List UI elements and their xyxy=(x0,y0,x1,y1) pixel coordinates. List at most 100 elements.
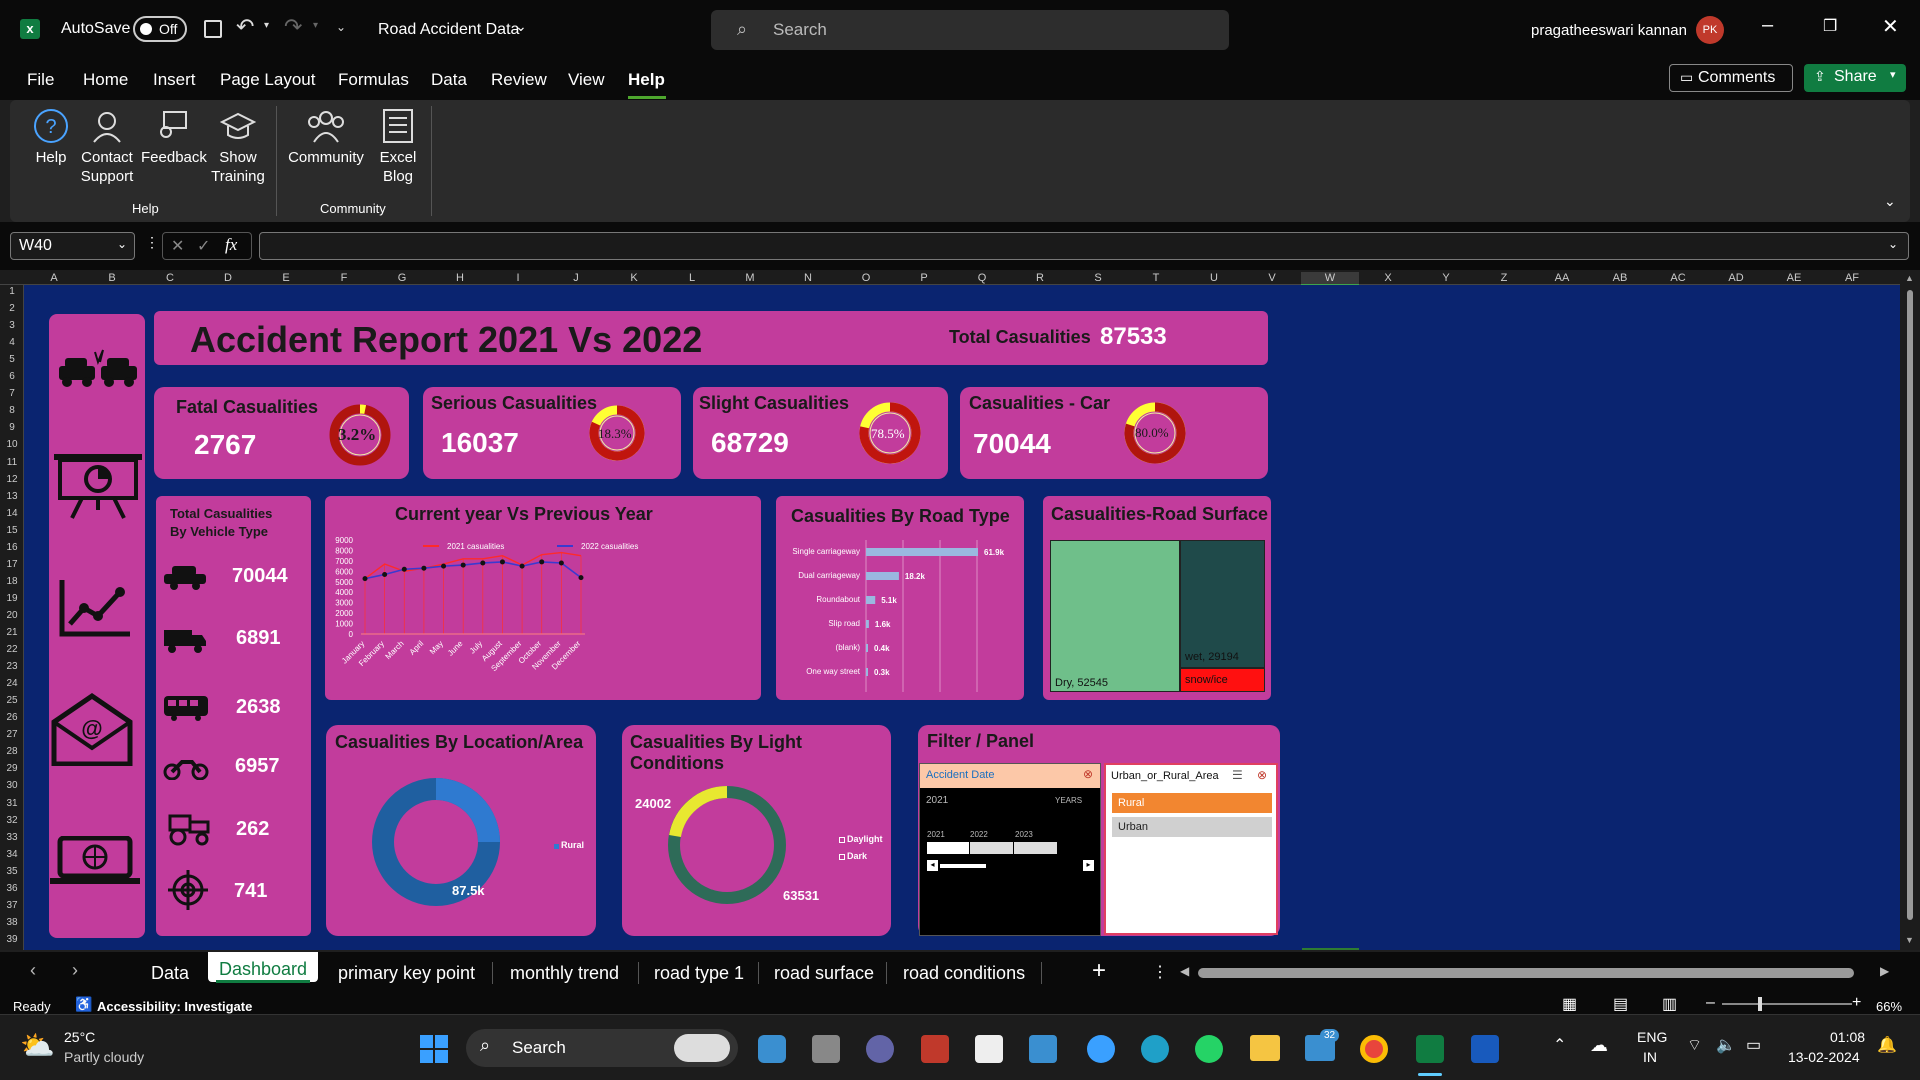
row-header[interactable]: 21 xyxy=(0,627,24,644)
help-button[interactable]: ? Help xyxy=(20,106,82,196)
app-icon-explorer[interactable] xyxy=(1250,1035,1280,1061)
battery-icon[interactable]: ▭ xyxy=(1746,1035,1761,1055)
app-icon-chrome[interactable] xyxy=(1360,1035,1388,1063)
row-header[interactable]: 14 xyxy=(0,508,24,525)
horizontal-scroll-thumb[interactable] xyxy=(1198,968,1854,978)
slicer-item-rural[interactable]: Rural xyxy=(1112,793,1272,813)
row-header[interactable]: 34 xyxy=(0,849,24,866)
more-icon[interactable]: ⋮ xyxy=(145,234,159,251)
row-header[interactable]: 13 xyxy=(0,491,24,508)
timeline-bar[interactable] xyxy=(970,842,1013,854)
row-header[interactable]: 17 xyxy=(0,559,24,576)
app-icon-word[interactable] xyxy=(1471,1035,1499,1063)
row-header[interactable]: 12 xyxy=(0,474,24,491)
column-header[interactable]: AB xyxy=(1591,272,1649,284)
row-header[interactable]: 24 xyxy=(0,678,24,695)
laptop-globe-icon[interactable] xyxy=(48,835,142,891)
start-icon[interactable] xyxy=(420,1035,448,1063)
column-header[interactable]: F xyxy=(315,272,373,284)
insert-function-icon[interactable]: fx xyxy=(225,235,237,255)
row-header[interactable]: 2 xyxy=(0,303,24,320)
tray-chevron-icon[interactable]: ⌃ xyxy=(1553,1035,1566,1055)
row-header[interactable]: 23 xyxy=(0,661,24,678)
scroll-left-icon[interactable]: ◂ xyxy=(927,860,938,871)
close-icon[interactable]: ✕ xyxy=(1882,14,1899,39)
column-header[interactable]: E xyxy=(257,272,315,284)
column-header[interactable]: AF xyxy=(1823,272,1881,284)
row-header[interactable]: 35 xyxy=(0,866,24,883)
row-header[interactable]: 28 xyxy=(0,746,24,763)
restore-icon[interactable]: ❐ xyxy=(1823,16,1837,36)
column-header[interactable]: H xyxy=(431,272,489,284)
column-header[interactable]: N xyxy=(779,272,837,284)
column-header[interactable]: G xyxy=(373,272,431,284)
app-icon-help[interactable] xyxy=(1087,1035,1115,1063)
app-icon-excel[interactable] xyxy=(1416,1035,1444,1063)
show-training-button[interactable]: Show Training xyxy=(207,106,269,196)
row-header[interactable]: 8 xyxy=(0,405,24,422)
column-header[interactable]: K xyxy=(605,272,663,284)
language-line1[interactable]: ENG xyxy=(1637,1029,1667,1045)
menu-home[interactable]: Home xyxy=(83,70,128,90)
feedback-button[interactable]: Feedback xyxy=(141,106,207,196)
accessibility-status[interactable]: Accessibility: Investigate xyxy=(97,999,252,1014)
onedrive-icon[interactable]: ☁ xyxy=(1590,1035,1608,1056)
slicer-item-urban[interactable]: Urban xyxy=(1112,817,1272,837)
clock-date[interactable]: 13-02-2024 xyxy=(1788,1049,1860,1065)
menu-data[interactable]: Data xyxy=(431,70,467,90)
column-header[interactable]: X xyxy=(1359,272,1417,284)
column-header[interactable]: C xyxy=(141,272,199,284)
menu-review[interactable]: Review xyxy=(491,70,547,90)
avatar[interactable]: PK xyxy=(1696,16,1724,44)
column-header[interactable]: U xyxy=(1185,272,1243,284)
app-icon-myhp[interactable] xyxy=(1029,1035,1057,1063)
row-header[interactable]: 15 xyxy=(0,525,24,542)
weather-temp[interactable]: 25°C xyxy=(64,1029,95,1045)
column-header[interactable]: W xyxy=(1301,272,1359,286)
page-layout-view-icon[interactable]: ▤ xyxy=(1613,994,1628,1014)
tab-road-conditions[interactable]: road conditions xyxy=(903,963,1025,984)
row-header[interactable]: 31 xyxy=(0,798,24,815)
app-icon-store[interactable] xyxy=(975,1035,1003,1063)
row-header[interactable]: 4 xyxy=(0,337,24,354)
menu-file[interactable]: File xyxy=(27,70,54,90)
row-header[interactable]: 39 xyxy=(0,934,24,951)
zoom-out-icon[interactable]: – xyxy=(1706,994,1715,1012)
row-header[interactable]: 3 xyxy=(0,320,24,337)
wifi-icon[interactable]: ⌔ xyxy=(1687,1035,1702,1055)
language-line2[interactable]: IN xyxy=(1643,1049,1657,1065)
zoom-level[interactable]: 66% xyxy=(1876,999,1902,1014)
presentation-chart-icon[interactable] xyxy=(52,450,144,525)
line-chart-icon[interactable] xyxy=(58,578,132,643)
treemap-snow[interactable]: snow/ice xyxy=(1180,668,1265,692)
row-header[interactable]: 5 xyxy=(0,354,24,371)
notification-bell-icon[interactable]: 🔔 xyxy=(1877,1035,1897,1055)
menu-formulas[interactable]: Formulas xyxy=(338,70,409,90)
clear-filter-icon[interactable]: ⊗ xyxy=(1257,768,1267,782)
row-header[interactable]: 22 xyxy=(0,644,24,661)
name-box[interactable]: W40 ⌄ xyxy=(10,232,135,260)
scroll-left-icon[interactable]: ◀ xyxy=(1180,964,1189,978)
zoom-slider[interactable] xyxy=(1722,1003,1852,1005)
row-header[interactable]: 30 xyxy=(0,780,24,797)
tab-dashboard[interactable]: Dashboard xyxy=(219,959,307,980)
row-header[interactable]: 16 xyxy=(0,542,24,559)
row-header[interactable]: 37 xyxy=(0,900,24,917)
row-header[interactable]: 7 xyxy=(0,388,24,405)
column-header[interactable]: P xyxy=(895,272,953,284)
document-title[interactable]: Road Accident Data xyxy=(378,21,519,39)
row-header[interactable]: 36 xyxy=(0,883,24,900)
app-icon-whatsapp[interactable] xyxy=(1195,1035,1223,1063)
comments-button[interactable]: ▭ Comments xyxy=(1669,64,1793,92)
timeline-scroll-thumb[interactable] xyxy=(940,864,986,868)
tab-primary-key-point[interactable]: primary key point xyxy=(338,963,475,984)
vertical-scrollbar[interactable]: ▲ ▼ xyxy=(1900,270,1920,950)
collapse-ribbon-icon[interactable]: ⌄ xyxy=(1884,193,1896,210)
menu-insert[interactable]: Insert xyxy=(153,70,196,90)
tab-road-type-1[interactable]: road type 1 xyxy=(654,963,744,984)
column-header[interactable]: AA xyxy=(1533,272,1591,284)
column-header[interactable]: AD xyxy=(1707,272,1765,284)
row-header[interactable]: 38 xyxy=(0,917,24,934)
row-header[interactable]: 9 xyxy=(0,422,24,439)
column-header[interactable]: AE xyxy=(1765,272,1823,284)
